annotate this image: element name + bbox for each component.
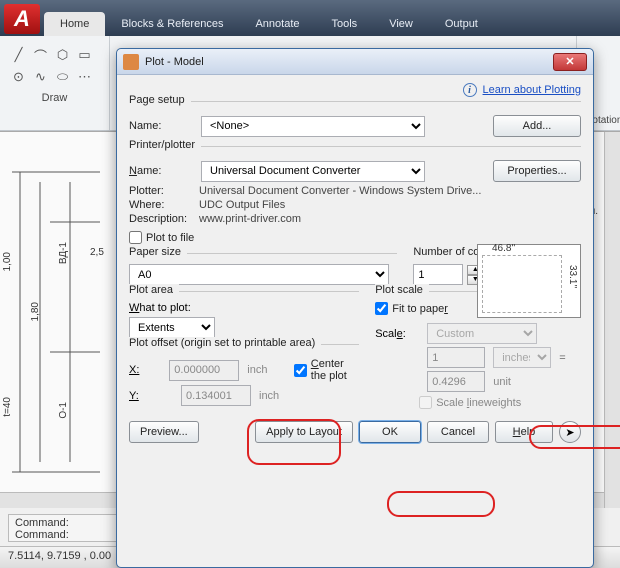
preview-button[interactable]: Preview... <box>129 421 199 443</box>
what-to-plot-label: What to plot: <box>129 302 359 314</box>
help-button[interactable]: Help <box>495 421 553 443</box>
name-label: Name: <box>129 120 193 132</box>
plot-dialog: Plot - Model ✕ i Learn about Plotting Pa… <box>116 48 594 568</box>
center-the-plot-label: Center the plot <box>311 358 359 382</box>
annotation-highlight <box>387 491 495 517</box>
scale-select: Custom <box>427 323 537 344</box>
group-title: Plot scale <box>375 284 429 296</box>
page-setup-name-select[interactable]: <None> <box>201 116 425 137</box>
scale-lineweights-checkbox <box>419 396 432 409</box>
printer-plotter-group: Printer/plotter Name: Universal Document… <box>129 146 581 253</box>
plot-to-file-label: Plot to file <box>146 232 194 244</box>
paper-size-select[interactable]: A0 <box>129 264 389 285</box>
dialog-title: Plot - Model <box>145 56 553 68</box>
apply-to-layout-button[interactable]: Apply to Layout <box>255 421 353 443</box>
offset-x-unit: inch <box>247 364 267 376</box>
description-value: www.print-driver.com <box>199 213 301 225</box>
ok-button[interactable]: OK <box>359 421 421 443</box>
offset-x-label: X: <box>129 364 161 376</box>
center-the-plot-checkbox[interactable] <box>294 364 307 377</box>
scale-numerator-input <box>427 347 485 368</box>
ribbon-tab-tools[interactable]: Tools <box>316 12 374 36</box>
copies-input[interactable] <box>413 264 463 285</box>
cancel-button[interactable]: Cancel <box>427 421 489 443</box>
app-logo[interactable]: A <box>4 4 40 34</box>
offset-y-label: Y: <box>129 390 173 402</box>
where-label: Where: <box>129 199 199 211</box>
printer-name-select[interactable]: Universal Document Converter <box>201 161 425 182</box>
close-button[interactable]: ✕ <box>553 53 587 71</box>
expand-dialog-button[interactable]: ➤ <box>559 421 581 443</box>
group-title: Plot offset (origin set to printable are… <box>129 337 321 349</box>
draw-tools[interactable]: ╱⌒⬡▭ ⊙∿⬭⋯ <box>0 40 110 92</box>
where-value: UDC Output Files <box>199 199 285 211</box>
offset-y-unit: inch <box>259 390 279 402</box>
plot-to-file-checkbox[interactable] <box>129 231 142 244</box>
ribbon-tab-blocks[interactable]: Blocks & References <box>105 12 239 36</box>
scale-lineweights-label: Scale lineweights <box>436 397 521 409</box>
group-title: Printer/plotter <box>129 139 201 151</box>
info-icon[interactable]: i <box>463 83 477 97</box>
fit-to-paper-checkbox[interactable] <box>375 302 388 315</box>
group-title: Page setup <box>129 94 191 106</box>
ribbon-tab-output[interactable]: Output <box>429 12 494 36</box>
add-button[interactable]: Add... <box>493 115 581 137</box>
scale-label: Scale: <box>375 328 419 340</box>
status-coords: 7.5114, 9.7159 , 0.00 <box>8 550 111 562</box>
properties-button[interactable]: Properties... <box>493 160 581 182</box>
plotter-label: Plotter: <box>129 185 199 197</box>
preview-width-label: 46.8'' <box>492 243 515 254</box>
group-title: Paper size <box>129 246 187 258</box>
scale-denominator-input <box>427 371 485 392</box>
fit-to-paper-label: Fit to paper <box>392 303 448 315</box>
scrollbar-vertical[interactable] <box>604 132 620 508</box>
ribbon: A Home Blocks & References Annotate Tool… <box>0 0 620 36</box>
paper-preview: 46.8'' 33.1'' <box>477 244 581 318</box>
dialog-icon <box>123 54 139 70</box>
offset-x-input <box>169 360 239 381</box>
printer-name-label: Name: <box>129 165 193 177</box>
ribbon-tab-view[interactable]: View <box>373 12 429 36</box>
ribbon-tab-home[interactable]: Home <box>44 12 105 36</box>
dialog-titlebar[interactable]: Plot - Model ✕ <box>117 49 593 75</box>
unit-label: unit <box>493 376 511 388</box>
group-title: Plot area <box>129 284 179 296</box>
description-label: Description: <box>129 213 199 225</box>
ribbon-tab-annotate[interactable]: Annotate <box>239 12 315 36</box>
what-to-plot-select[interactable]: Extents <box>129 317 215 338</box>
offset-y-input <box>181 385 251 406</box>
learn-about-plotting-link[interactable]: Learn about Plotting <box>483 84 581 96</box>
plotter-value: Universal Document Converter - Windows S… <box>199 185 481 197</box>
preview-height-label: 33.1'' <box>567 265 578 288</box>
panel-draw-label: Draw <box>42 92 68 104</box>
scale-unit-select: inches <box>493 347 551 368</box>
plot-offset-group: Plot offset (origin set to printable are… <box>129 344 359 415</box>
